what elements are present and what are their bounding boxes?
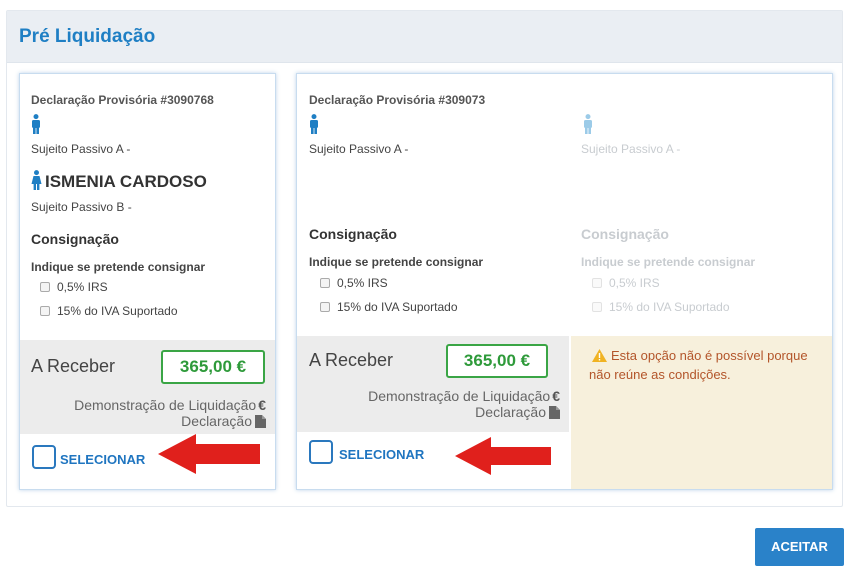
red-arrow-icon	[158, 434, 260, 474]
amount-badge: 365,00 €	[161, 350, 265, 384]
checkbox-icon	[592, 302, 602, 312]
person-icon	[584, 114, 592, 134]
receber-label: A Receber	[31, 356, 116, 376]
consignacao-prompt: Indique se pretende consignar	[31, 260, 206, 274]
sujeito-passivo-a-label: Sujeito Passivo A -	[309, 142, 409, 156]
option-irs-disabled: 0,5% IRS	[592, 276, 660, 290]
person-icon	[32, 114, 40, 134]
euro-icon: €	[258, 397, 266, 413]
document-icon	[549, 406, 560, 419]
receber-label: A Receber	[309, 350, 394, 370]
option-iva[interactable]: 15% do IVA Suportado	[320, 300, 458, 314]
euro-icon: €	[552, 388, 560, 404]
declaration-card-2: Declaração Provisória #309073 Sujeito Pa…	[296, 73, 833, 490]
select-checkbox[interactable]	[309, 440, 333, 464]
receber-section: A Receber 365,00 € Demonstração de Liqui…	[20, 340, 275, 434]
declaracao-text: Declaração	[475, 404, 546, 420]
checkbox-icon[interactable]	[320, 278, 330, 288]
consignacao-prompt: Indique se pretende consignar	[309, 255, 484, 269]
checkbox-icon	[592, 278, 602, 288]
select-checkbox[interactable]	[32, 445, 56, 469]
amount-badge: 365,00 €	[446, 344, 548, 378]
consignacao-title: Consignação	[31, 231, 119, 247]
receber-section: A Receber 365,00 € Demonstração de Liqui…	[297, 336, 569, 432]
declaracao-text: Declaração	[181, 413, 252, 429]
sujeito-passivo-b-label: Sujeito Passivo B -	[31, 200, 132, 214]
person-icon	[310, 114, 318, 134]
option-iva[interactable]: 15% do IVA Suportado	[40, 304, 178, 318]
option-irs[interactable]: 0,5% IRS	[320, 276, 388, 290]
option-irs[interactable]: 0,5% IRS	[40, 280, 108, 294]
option-label: 0,5% IRS	[609, 276, 660, 290]
consignacao-title: Consignação	[309, 226, 397, 242]
demonstracao-text: Demonstração de Liquidação	[368, 388, 551, 404]
demonstracao-link[interactable]: Demonstração de Liquidação € Declaração	[368, 388, 560, 420]
warning-text: Esta opção não é possível porque não reú…	[589, 348, 808, 382]
checkbox-icon[interactable]	[40, 306, 50, 316]
select-label[interactable]: SELECIONAR	[60, 452, 145, 467]
warning-box: Esta opção não é possível porque não reú…	[571, 336, 832, 489]
declaration-title: Declaração Provisória #309073	[309, 93, 486, 107]
option-label: 0,5% IRS	[57, 280, 108, 294]
demonstracao-text: Demonstração de Liquidação	[74, 397, 257, 413]
red-arrow-icon	[455, 437, 551, 475]
consignacao-title-disabled: Consignação	[581, 226, 669, 242]
option-label: 15% do IVA Suportado	[57, 304, 178, 318]
consignacao-prompt-disabled: Indique se pretende consignar	[581, 255, 756, 269]
person-name: ISMENIA CARDOSO	[45, 172, 207, 191]
checkbox-icon[interactable]	[40, 282, 50, 292]
checkbox-icon[interactable]	[320, 302, 330, 312]
accept-button[interactable]: ACEITAR	[755, 528, 844, 566]
select-label[interactable]: SELECIONAR	[339, 447, 424, 462]
option-iva-disabled: 15% do IVA Suportado	[592, 300, 730, 314]
sujeito-passivo-a-label-disabled: Sujeito Passivo A -	[581, 142, 681, 156]
option-label: 15% do IVA Suportado	[337, 300, 458, 314]
declaration-title: Declaração Provisória #3090768	[31, 93, 214, 107]
pre-liquidacao-panel: Pré Liquidação Declaração Provisória #30…	[6, 10, 843, 507]
panel-header: Pré Liquidação	[7, 11, 842, 63]
demonstracao-link[interactable]: Demonstração de Liquidação € Declaração	[74, 397, 266, 429]
document-icon	[255, 415, 266, 428]
sujeito-passivo-a-label: Sujeito Passivo A -	[31, 142, 131, 156]
option-label: 15% do IVA Suportado	[609, 300, 730, 314]
declaration-card-1: Declaração Provisória #3090768 Sujeito P…	[19, 73, 276, 490]
person-female-icon	[31, 170, 42, 190]
panel-title: Pré Liquidação	[19, 26, 156, 47]
option-label: 0,5% IRS	[337, 276, 388, 290]
